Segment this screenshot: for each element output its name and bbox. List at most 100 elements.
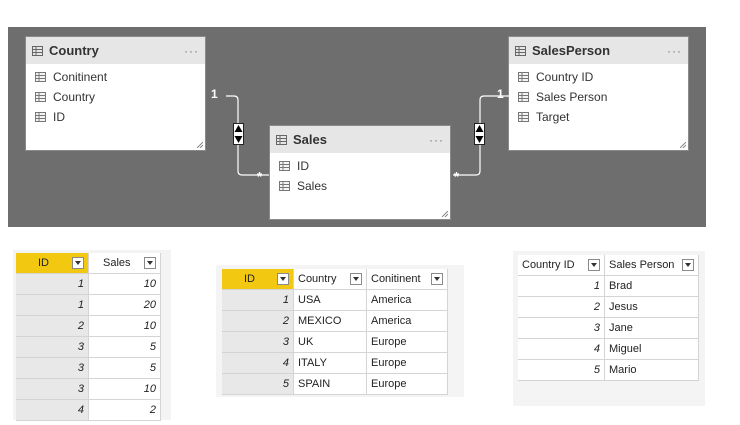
table-row[interactable]: 2 10 [16, 315, 161, 337]
table-card-header[interactable]: SalesPerson ··· [509, 37, 688, 64]
table-row[interactable]: 1 10 [16, 273, 161, 295]
table-card-sales[interactable]: Sales ··· ID Sales [269, 125, 451, 220]
cell-id[interactable]: 3 [16, 357, 89, 379]
cell-id[interactable]: 3 [16, 336, 89, 358]
cell-country[interactable]: SPAIN [293, 373, 367, 395]
cell-id[interactable]: 3 [222, 331, 294, 353]
cell-sales-person[interactable]: Miguel [604, 338, 699, 360]
cell-conitinent[interactable]: America [366, 310, 448, 332]
field-item[interactable]: Country [26, 87, 205, 107]
cell-sales-person[interactable]: Mario [604, 359, 699, 381]
cell-country-id[interactable]: 3 [518, 317, 605, 339]
cell-id[interactable]: 5 [222, 373, 294, 395]
more-options-icon[interactable]: ··· [184, 44, 199, 58]
cell-country-id[interactable]: 2 [518, 296, 605, 318]
filter-dropdown-icon[interactable] [72, 257, 84, 269]
filter-dropdown-icon[interactable] [431, 273, 443, 285]
table-row[interactable]: 2 Jesus [518, 296, 699, 318]
cell-sales[interactable]: 5 [88, 357, 161, 379]
table-row[interactable]: 3 UK Europe [222, 331, 448, 353]
cross-filter-direction-icon[interactable] [474, 123, 485, 145]
cell-country[interactable]: ITALY [293, 352, 367, 374]
cell-country-id[interactable]: 5 [518, 359, 605, 381]
cell-sales[interactable]: 2 [88, 399, 161, 421]
field-item[interactable]: Conitinent [26, 67, 205, 87]
cell-country-id[interactable]: 4 [518, 338, 605, 360]
table-row[interactable]: 1 20 [16, 294, 161, 316]
model-diagram-canvas[interactable]: Country ··· Conitinent Country ID SalesP… [8, 27, 706, 227]
resize-handle-icon[interactable] [680, 142, 686, 148]
field-item[interactable]: Target [509, 107, 688, 127]
cell-id[interactable]: 4 [222, 352, 294, 374]
column-header-country[interactable]: Country [293, 269, 367, 290]
filter-dropdown-icon[interactable] [588, 259, 600, 271]
cell-country[interactable]: MEXICO [293, 310, 367, 332]
table-row[interactable]: 4 Miguel [518, 338, 699, 360]
cell-sales[interactable]: 10 [88, 315, 161, 337]
filter-dropdown-icon[interactable] [682, 259, 694, 271]
filter-dropdown-icon[interactable] [277, 273, 289, 285]
table-row[interactable]: 5 Mario [518, 359, 699, 381]
table-card-country[interactable]: Country ··· Conitinent Country ID [25, 36, 206, 151]
cell-conitinent[interactable]: America [366, 289, 448, 311]
column-header-country-id[interactable]: Country ID [518, 255, 605, 276]
cell-id[interactable]: 1 [16, 294, 89, 316]
table-card-header[interactable]: Country ··· [26, 37, 205, 64]
column-header-conitinent[interactable]: Conitinent [366, 269, 448, 290]
cell-sales[interactable]: 20 [88, 294, 161, 316]
more-options-icon[interactable]: ··· [429, 133, 444, 147]
field-item[interactable]: ID [270, 156, 450, 176]
table-row[interactable]: 35 [16, 336, 161, 358]
cross-filter-direction-icon[interactable] [233, 123, 244, 145]
cell-sales[interactable]: 5 [88, 336, 161, 358]
header-row: Country ID Sales Person [518, 255, 699, 276]
cell-id[interactable]: 2 [222, 310, 294, 332]
table-row[interactable]: 1 USA America [222, 289, 448, 311]
cell-country[interactable]: USA [293, 289, 367, 311]
more-options-icon[interactable]: ··· [667, 44, 682, 58]
cell-id[interactable]: 1 [222, 289, 294, 311]
sales-data-grid[interactable]: ID Sales 1 10 1 20 2 10 35 35 3 10 42 [13, 250, 171, 421]
country-data-grid[interactable]: ID Country Conitinent 1 USA America 2 MEXIC… [216, 265, 464, 397]
cell-sales[interactable]: 10 [88, 273, 161, 295]
table-row[interactable]: 1 Brad [518, 275, 699, 297]
filter-dropdown-icon[interactable] [144, 257, 156, 269]
table-row[interactable]: 4 ITALY Europe [222, 352, 448, 374]
cell-id[interactable]: 3 [16, 378, 89, 400]
table-row[interactable]: 2 MEXICO America [222, 310, 448, 332]
cell-conitinent[interactable]: Europe [366, 352, 448, 374]
cell-country[interactable]: UK [293, 331, 367, 353]
table-row[interactable]: 5 SPAIN Europe [222, 373, 448, 395]
resize-handle-icon[interactable] [197, 142, 203, 148]
cell-id[interactable]: 4 [16, 399, 89, 421]
table-row[interactable]: 35 [16, 357, 161, 379]
column-header-id[interactable]: ID [222, 269, 294, 290]
salesperson-data-grid[interactable]: Country ID Sales Person 1 Brad 2 Jesus 3 Ja… [513, 251, 705, 406]
filter-dropdown-icon[interactable] [350, 273, 362, 285]
cell-sales-person[interactable]: Jane [604, 317, 699, 339]
column-header-sales[interactable]: Sales [88, 253, 161, 274]
field-item[interactable]: Sales [270, 176, 450, 196]
field-item[interactable]: ID [26, 107, 205, 127]
cardinality-one-label: 1 [497, 87, 504, 101]
table-row[interactable]: 3 Jane [518, 317, 699, 339]
cell-sales[interactable]: 10 [88, 378, 161, 400]
column-icon [35, 72, 46, 82]
field-item[interactable]: Country ID [509, 67, 688, 87]
cell-id[interactable]: 1 [16, 273, 89, 295]
column-header-id[interactable]: ID [16, 253, 89, 274]
column-header-sales-person[interactable]: Sales Person [604, 255, 699, 276]
cell-id[interactable]: 2 [16, 315, 89, 337]
cell-conitinent[interactable]: Europe [366, 331, 448, 353]
field-label: ID [53, 110, 65, 124]
cell-country-id[interactable]: 1 [518, 275, 605, 297]
table-row[interactable]: 42 [16, 399, 161, 421]
table-card-salesperson[interactable]: SalesPerson ··· Country ID Sales Person … [508, 36, 689, 151]
cell-sales-person[interactable]: Brad [604, 275, 699, 297]
resize-handle-icon[interactable] [442, 211, 448, 217]
cell-conitinent[interactable]: Europe [366, 373, 448, 395]
table-row[interactable]: 3 10 [16, 378, 161, 400]
cell-sales-person[interactable]: Jesus [604, 296, 699, 318]
table-card-header[interactable]: Sales ··· [270, 126, 450, 153]
field-item[interactable]: Sales Person [509, 87, 688, 107]
